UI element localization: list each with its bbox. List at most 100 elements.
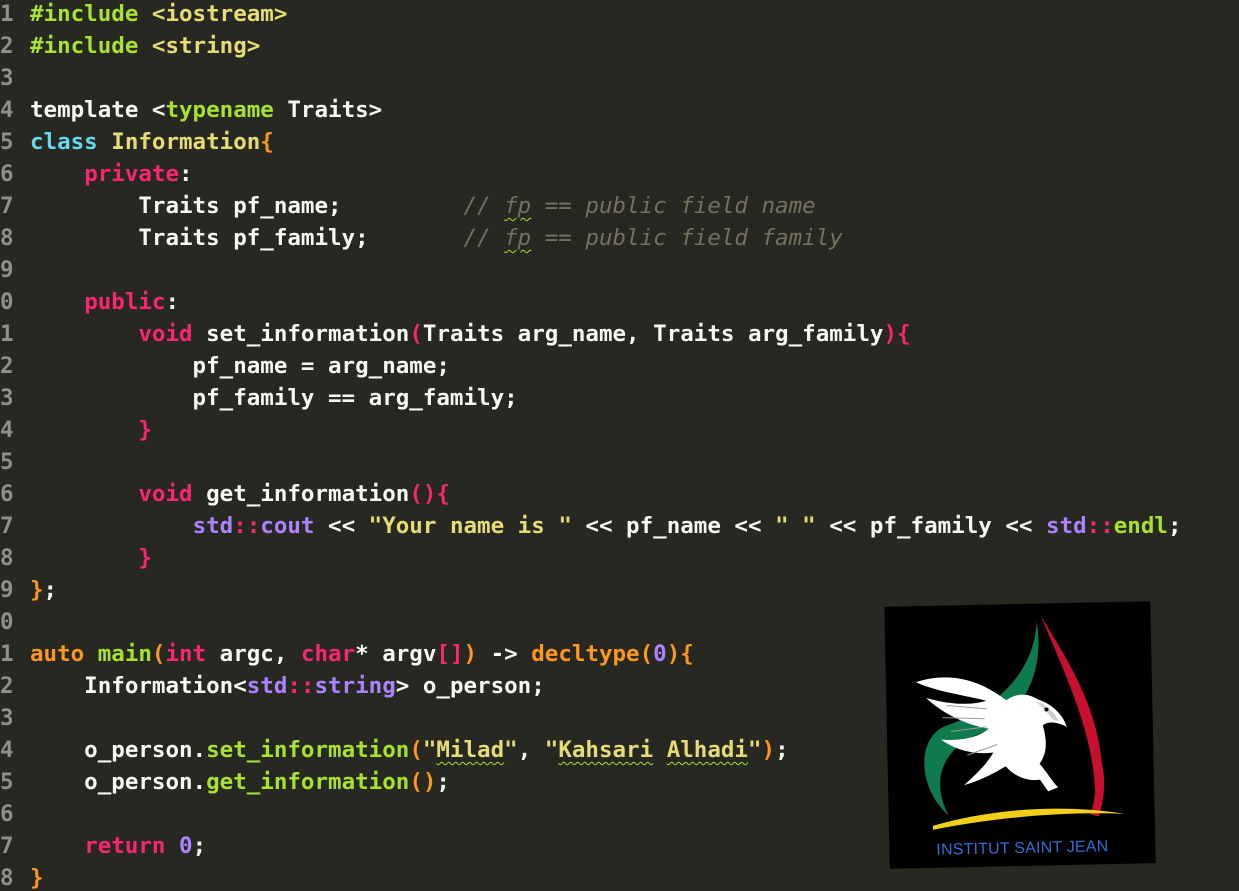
code-token: ) — [883, 321, 897, 347]
code-line[interactable]: 6 private: — [0, 158, 193, 190]
code-text[interactable]: private: — [30, 161, 192, 187]
code-line[interactable]: 3 — [0, 62, 30, 94]
code-editor[interactable]: 1 #include <iostream> 2 #include <string> 3 4… — [0, 0, 1239, 891]
code-line[interactable]: 9}; — [0, 574, 57, 606]
code-token: == public field family — [531, 225, 843, 251]
code-line[interactable]: 0 public: — [0, 286, 179, 318]
code-token: string — [314, 673, 396, 699]
code-token: ) — [666, 641, 681, 667]
code-token: :: — [233, 513, 261, 539]
code-text[interactable]: o_person.set_information("Milad", "Kahsa… — [30, 737, 788, 763]
code-text[interactable]: return 0; — [30, 833, 206, 859]
code-line[interactable]: 3 — [0, 702, 30, 734]
code-token: << pf_name << — [571, 513, 776, 539]
code-line[interactable]: 6 — [0, 798, 30, 830]
code-text[interactable]: std::cout << "Your name is " << pf_name … — [30, 513, 1182, 539]
code-text[interactable]: } — [30, 865, 44, 891]
code-token: #include — [30, 33, 152, 59]
code-token: class — [30, 129, 112, 155]
code-line[interactable]: 7 return 0; — [0, 830, 206, 862]
code-line[interactable]: 9 — [0, 254, 30, 286]
code-line[interactable]: 2 pf_name = arg_name; — [0, 350, 450, 382]
code-text[interactable]: void get_information(){ — [30, 481, 450, 507]
code-text[interactable]: class Information{ — [30, 129, 274, 155]
code-line[interactable]: 5 class Information{ — [0, 126, 274, 158]
code-text[interactable]: Information<std::string> o_person; — [30, 673, 545, 699]
code-text[interactable]: pf_name = arg_name; — [30, 353, 450, 379]
code-text[interactable]: }; — [30, 577, 57, 603]
code-text[interactable]: } — [30, 545, 152, 571]
code-text[interactable]: pf_family == arg_family; — [30, 385, 518, 411]
code-text[interactable]: auto main(int argc, char* argv[]) -> dec… — [30, 641, 694, 667]
code-text[interactable]: o_person.get_information(); — [30, 769, 450, 795]
code-token: Traits arg_name, Traits arg_family — [422, 321, 884, 347]
code-token: void — [138, 481, 193, 507]
code-line[interactable]: 2 #include <string> — [0, 30, 260, 62]
code-token: { — [680, 641, 694, 667]
line-number: 6 — [0, 801, 14, 827]
code-token: typename — [165, 97, 274, 123]
code-token: pf_family == arg_family; — [30, 385, 518, 411]
code-token: { — [896, 321, 911, 347]
code-text[interactable]: public: — [30, 289, 179, 315]
code-token: main — [97, 641, 152, 667]
code-token: -> — [477, 641, 532, 667]
code-token: auto — [30, 641, 98, 667]
code-token: " — [747, 737, 762, 763]
code-token: << — [314, 513, 369, 539]
code-token: 0 — [179, 833, 193, 859]
line-number: 3 — [0, 705, 14, 731]
code-token: Information< — [30, 673, 247, 699]
institut-saint-jean-logo: INSTITUT SAINT JEAN — [884, 601, 1156, 869]
code-line[interactable]: 0 — [0, 606, 30, 638]
code-line[interactable]: 8 Traits pf_family; // fp == public fiel… — [0, 222, 843, 254]
code-token: get_information — [206, 769, 410, 795]
code-token: } — [138, 545, 152, 571]
code-text[interactable]: #include <iostream> — [30, 1, 287, 27]
code-token: Traits> — [273, 97, 383, 123]
code-line[interactable]: 6 void get_information(){ — [0, 478, 450, 510]
line-number: 4 — [0, 417, 14, 443]
code-token: " — [422, 737, 437, 763]
code-line[interactable]: 8} — [0, 862, 44, 891]
code-token: cout — [260, 513, 315, 539]
code-token: : — [165, 289, 180, 315]
code-token: public — [84, 289, 166, 315]
code-line[interactable]: 1 #include <iostream> — [0, 0, 287, 30]
code-line[interactable]: 8 } — [0, 542, 152, 574]
code-text[interactable]: Traits pf_name; // fp == public field na… — [30, 193, 815, 219]
code-line[interactable]: 5 o_person.get_information(); — [0, 766, 450, 798]
line-number: 9 — [0, 257, 14, 283]
line-number: 2 — [0, 33, 14, 59]
code-line[interactable]: 1 void set_information(Traits arg_name, … — [0, 318, 911, 350]
code-line[interactable]: 3 pf_family == arg_family; — [0, 382, 518, 414]
code-line[interactable]: 4 o_person.set_information("Milad", "Kah… — [0, 734, 789, 766]
code-line[interactable]: 2 Information<std::string> o_person; — [0, 670, 545, 702]
code-token: <string> — [151, 33, 261, 59]
code-text[interactable]: #include <string> — [30, 33, 260, 59]
code-line[interactable]: 5 — [0, 446, 30, 478]
code-text[interactable]: } — [30, 417, 152, 443]
code-token: fp — [504, 193, 532, 219]
code-token: , — [517, 737, 545, 763]
code-text[interactable]: Traits pf_family; // fp == public field … — [30, 225, 843, 251]
code-token: ( — [409, 321, 423, 347]
code-line[interactable]: 1 auto main(int argc, char* argv[]) -> de… — [0, 638, 694, 670]
code-token: Information — [111, 129, 261, 155]
code-token: " — [544, 737, 559, 763]
code-token: ; — [1167, 513, 1182, 539]
line-number: 8 — [0, 865, 14, 891]
code-line[interactable]: 7 Traits pf_name; // fp == public field … — [0, 190, 816, 222]
line-number: 5 — [0, 129, 14, 155]
code-line[interactable]: 7 std::cout << "Your name is " << pf_nam… — [0, 510, 1181, 542]
code-text[interactable]: void set_information(Traits arg_name, Tr… — [30, 321, 911, 347]
line-number: 4 — [0, 737, 14, 763]
code-text[interactable]: template <typename Traits> — [30, 97, 382, 123]
code-line[interactable]: 4 } — [0, 414, 152, 446]
code-line[interactable]: 4 template <typename Traits> — [0, 94, 382, 126]
